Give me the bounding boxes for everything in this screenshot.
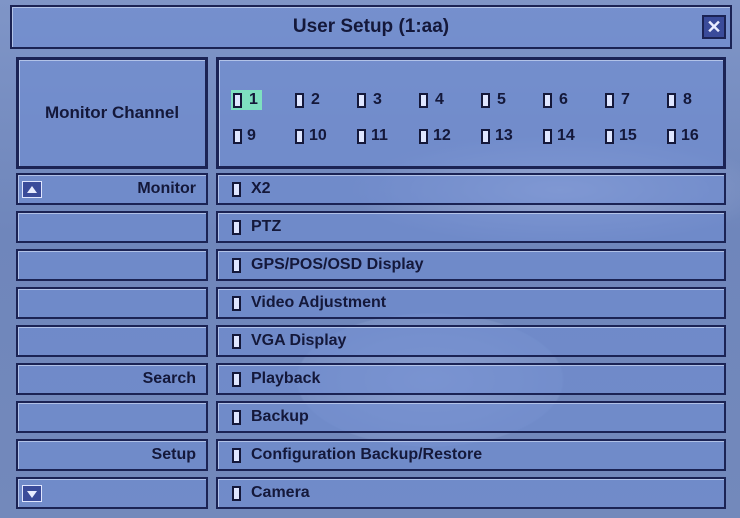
option-label: Configuration Backup/Restore	[251, 446, 483, 463]
channel-checkbox-5[interactable]: 5	[479, 90, 541, 110]
checkbox-icon[interactable]	[232, 485, 241, 501]
checkbox-icon[interactable]	[232, 333, 241, 349]
option-label: VGA Display	[251, 332, 347, 349]
scroll-up-icon[interactable]	[22, 181, 42, 198]
option-row-x2[interactable]: X2	[216, 173, 726, 205]
option-label: X2	[251, 180, 271, 197]
checkbox-icon[interactable]	[232, 181, 241, 197]
category-empty-5	[16, 401, 208, 433]
channel-checkbox-15[interactable]: 15	[603, 126, 665, 146]
option-row-ptz[interactable]: PTZ	[216, 211, 726, 243]
monitor-channel-label: Monitor Channel	[16, 57, 208, 169]
checkbox-icon[interactable]	[232, 295, 241, 311]
checkbox-icon[interactable]	[232, 219, 241, 235]
option-row-camera[interactable]: Camera	[216, 477, 726, 509]
dialog-title-bar: User Setup (1:aa) ✕	[10, 5, 732, 49]
channel-checkbox-13[interactable]: 13	[479, 126, 541, 146]
checkbox-icon	[481, 92, 490, 108]
option-label: PTZ	[251, 218, 282, 235]
option-label: Backup	[251, 408, 309, 425]
channel-checkbox-2[interactable]: 2	[293, 90, 355, 110]
category-empty-3	[16, 287, 208, 319]
checkbox-icon[interactable]	[232, 257, 241, 273]
category-empty-6	[16, 477, 208, 509]
option-row-video-adjustment[interactable]: Video Adjustment	[216, 287, 726, 319]
category-setup[interactable]: Setup	[16, 439, 208, 471]
channel-checkbox-7[interactable]: 7	[603, 90, 665, 110]
checkbox-icon	[605, 128, 614, 144]
checkbox-icon	[543, 128, 552, 144]
close-icon[interactable]: ✕	[702, 15, 726, 39]
channel-checkbox-3[interactable]: 3	[355, 90, 417, 110]
checkbox-icon	[233, 128, 242, 144]
checkbox-icon	[605, 92, 614, 108]
category-label: Monitor	[137, 180, 196, 197]
category-label: Setup	[151, 446, 196, 463]
channel-checkbox-8[interactable]: 8	[665, 90, 727, 110]
option-row-vga-display[interactable]: VGA Display	[216, 325, 726, 357]
channel-row-1: 1 2 3 4 5 6 7 8	[231, 90, 727, 110]
channel-checkbox-10[interactable]: 10	[293, 126, 355, 146]
option-row-config-backup-restore[interactable]: Configuration Backup/Restore	[216, 439, 726, 471]
checkbox-icon	[543, 92, 552, 108]
checkbox-icon	[419, 92, 428, 108]
option-label: Playback	[251, 370, 321, 387]
dialog-title: User Setup (1:aa)	[292, 16, 450, 37]
category-monitor[interactable]: Monitor	[16, 173, 208, 205]
channel-checkbox-9[interactable]: 9	[231, 126, 293, 146]
scroll-down-icon[interactable]	[22, 485, 42, 502]
checkbox-icon	[481, 128, 490, 144]
channel-checkbox-16[interactable]: 16	[665, 126, 727, 146]
channel-checkbox-6[interactable]: 6	[541, 90, 603, 110]
monitor-channel-label-text: Monitor Channel	[44, 103, 180, 122]
user-setup-dialog: User Setup (1:aa) ✕ Monitor Channel 1 2 …	[10, 5, 732, 513]
channel-checkbox-4[interactable]: 4	[417, 90, 479, 110]
option-label: GPS/POS/OSD Display	[251, 256, 424, 273]
channel-checkbox-1[interactable]: 1	[231, 90, 293, 110]
monitor-channel-grid: 1 2 3 4 5 6 7 8 9 10 11 12 13 14 15 16	[216, 57, 726, 169]
checkbox-icon	[419, 128, 428, 144]
category-label: Search	[142, 370, 196, 387]
option-label: Video Adjustment	[251, 294, 387, 311]
checkbox-icon	[295, 128, 304, 144]
channel-checkbox-11[interactable]: 11	[355, 126, 417, 146]
option-row-playback[interactable]: Playback	[216, 363, 726, 395]
category-empty-1	[16, 211, 208, 243]
checkbox-icon	[667, 128, 676, 144]
category-empty-2	[16, 249, 208, 281]
option-row-backup[interactable]: Backup	[216, 401, 726, 433]
option-label: Camera	[251, 484, 310, 501]
category-empty-4	[16, 325, 208, 357]
checkbox-icon	[667, 92, 676, 108]
category-search[interactable]: Search	[16, 363, 208, 395]
checkbox-icon	[357, 128, 366, 144]
checkbox-icon[interactable]	[232, 447, 241, 463]
channel-row-2: 9 10 11 12 13 14 15 16	[231, 126, 727, 146]
channel-checkbox-14[interactable]: 14	[541, 126, 603, 146]
checkbox-icon	[233, 92, 242, 108]
checkbox-icon	[295, 92, 304, 108]
checkbox-icon[interactable]	[232, 371, 241, 387]
checkbox-icon[interactable]	[232, 409, 241, 425]
checkbox-icon	[357, 92, 366, 108]
channel-checkbox-12[interactable]: 12	[417, 126, 479, 146]
option-row-gps-pos-osd[interactable]: GPS/POS/OSD Display	[216, 249, 726, 281]
